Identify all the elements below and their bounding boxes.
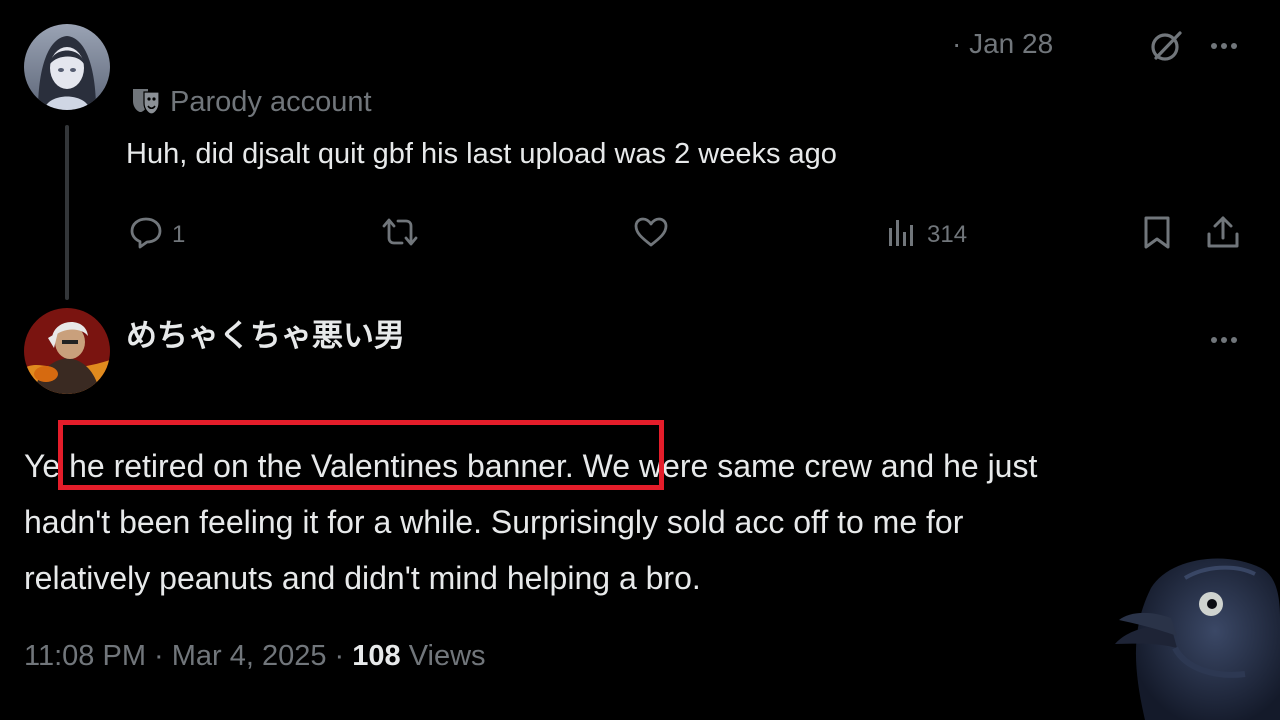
parent-tweet-date[interactable]: · Jan 28 bbox=[952, 28, 1053, 60]
share-icon bbox=[1204, 214, 1242, 255]
crow-image bbox=[1085, 548, 1280, 720]
reply-count: 1 bbox=[172, 220, 186, 248]
views-icon bbox=[885, 214, 919, 255]
parent-tweet-text: Huh, did djsalt quit gbf his last upload… bbox=[126, 138, 837, 170]
more-icon[interactable] bbox=[1206, 30, 1242, 60]
parent-avatar[interactable] bbox=[24, 24, 110, 110]
parody-label: Parody account bbox=[130, 84, 372, 120]
share-button[interactable] bbox=[1204, 214, 1242, 255]
reply-button[interactable]: 1 bbox=[128, 214, 185, 255]
thread-line bbox=[65, 125, 69, 300]
reply-text-line-3: relatively peanuts and didn't mind helpi… bbox=[24, 560, 701, 596]
reply-display-name[interactable]: めちゃくちゃ悪い男 bbox=[126, 310, 405, 355]
reply-avatar[interactable] bbox=[24, 308, 110, 394]
tweet-views-label: Views bbox=[400, 640, 486, 672]
theater-mask-icon bbox=[130, 84, 162, 121]
more-icon[interactable] bbox=[1206, 324, 1242, 354]
tweet-timestamp[interactable]: 11:08 PM · Mar 4, 2025 · bbox=[24, 640, 352, 672]
heart-icon bbox=[632, 214, 670, 255]
highlight-box bbox=[58, 420, 664, 490]
bookmark-button[interactable] bbox=[1140, 214, 1174, 255]
grok-icon[interactable] bbox=[1148, 28, 1184, 64]
bookmark-icon bbox=[1140, 214, 1174, 255]
retweet-button[interactable] bbox=[380, 214, 428, 255]
retweet-icon bbox=[380, 214, 420, 255]
reply-icon bbox=[128, 214, 164, 255]
tweet-views-count: 108 bbox=[352, 640, 401, 672]
tweet-meta: 11:08 PM · Mar 4, 2025 · 108 Views bbox=[24, 640, 486, 673]
like-button[interactable] bbox=[632, 214, 678, 255]
views-count: 314 bbox=[927, 220, 968, 248]
parody-label-text: Parody account bbox=[170, 85, 372, 118]
reply-text-line-2: hadn't been feeling it for a while. Surp… bbox=[24, 504, 964, 540]
views-button[interactable]: 314 bbox=[885, 214, 967, 255]
